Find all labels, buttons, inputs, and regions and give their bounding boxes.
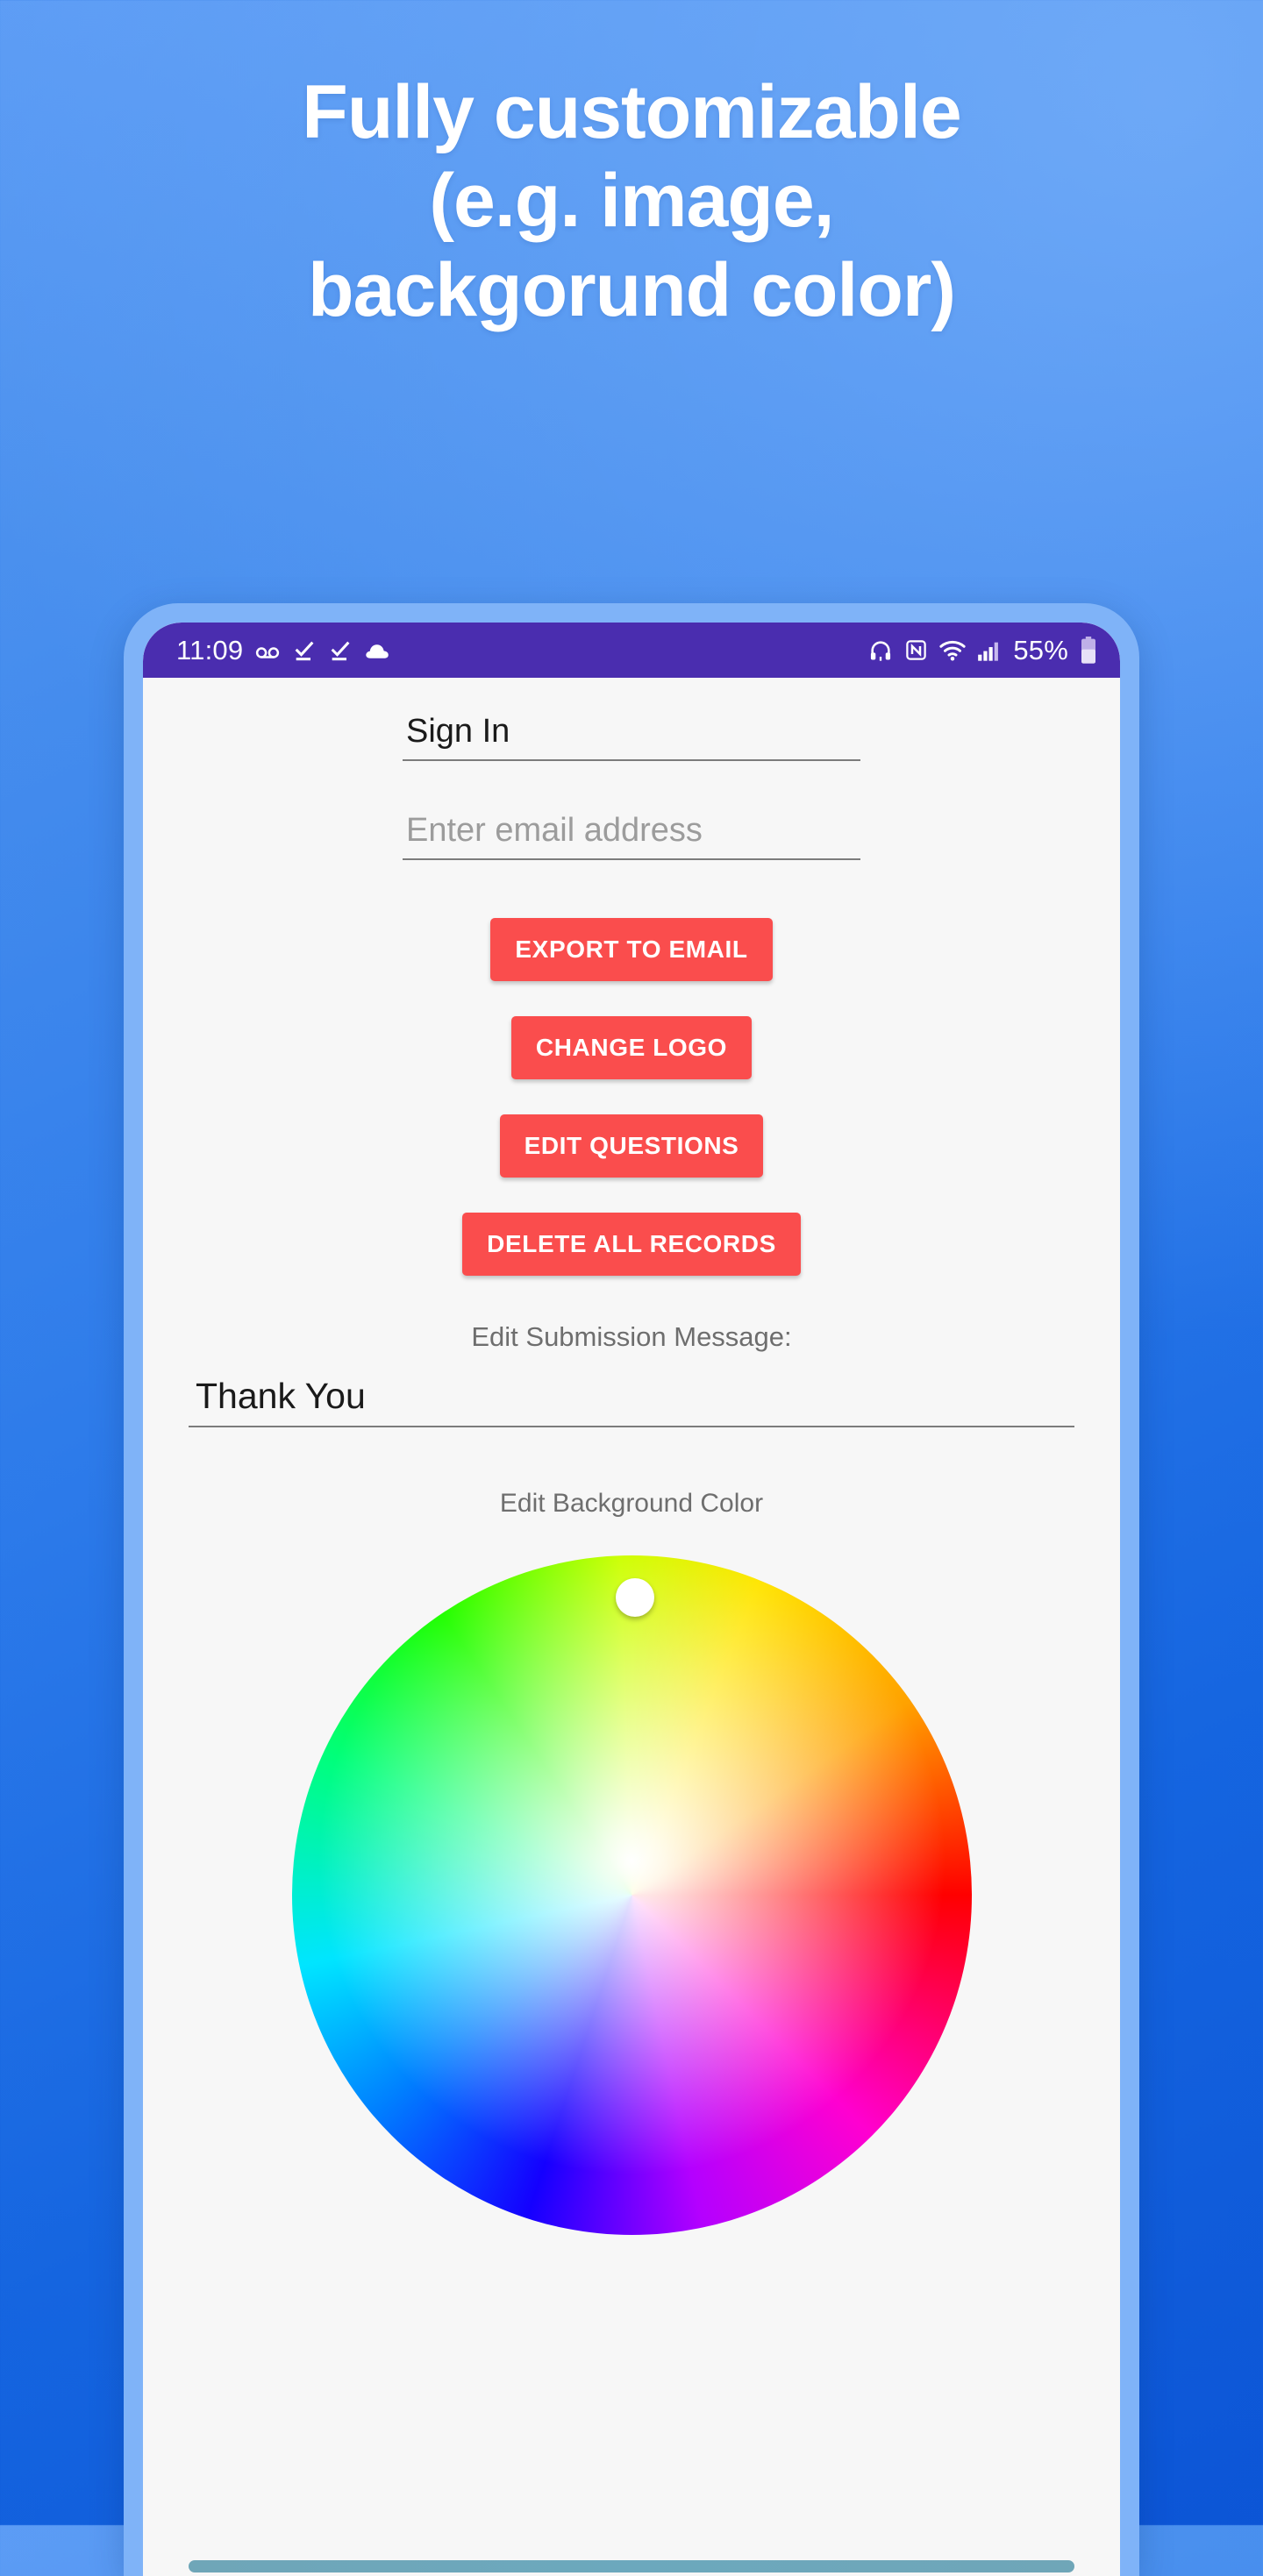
delete-all-records-button[interactable]: DELETE ALL RECORDS	[462, 1213, 801, 1276]
headline-line-1: Fully customizable	[302, 70, 961, 154]
voicemail-icon	[254, 637, 281, 664]
status-bar-clock: 11:09	[176, 634, 244, 665]
status-bar-right: 55%	[868, 635, 1097, 666]
page-title: Fully customizable (e.g. image, backgoru…	[0, 68, 1263, 335]
wifi-icon	[939, 639, 966, 662]
phone-mockup: 11:09 55% Sign In Enter email address EX…	[124, 603, 1139, 2576]
delete-all-records-row: DELETE ALL RECORDS	[143, 1213, 1120, 1276]
headline-line-3: backgorund color)	[308, 247, 956, 332]
download-complete-icon	[292, 638, 317, 663]
color-wheel-selector[interactable]	[615, 1578, 654, 1618]
battery-icon	[1080, 636, 1097, 665]
download-complete-icon	[328, 638, 353, 663]
signin-field[interactable]: Sign In	[403, 706, 860, 761]
color-wheel[interactable]	[291, 1555, 972, 2235]
edit-questions-row: EDIT QUESTIONS	[143, 1114, 1120, 1178]
email-field[interactable]: Enter email address	[403, 805, 860, 860]
export-to-email-button[interactable]: EXPORT TO EMAIL	[490, 918, 773, 981]
battery-percent-label: 55%	[1013, 634, 1068, 665]
submission-message-field[interactable]: Thank You	[189, 1376, 1074, 1427]
change-logo-row: CHANGE LOGO	[143, 1016, 1120, 1079]
color-wheel-container	[143, 1555, 1120, 2235]
edit-questions-button[interactable]: EDIT QUESTIONS	[499, 1114, 764, 1178]
export-to-email-row: EXPORT TO EMAIL	[143, 918, 1120, 981]
status-bar: 11:09 55%	[143, 623, 1120, 678]
nfc-icon	[904, 638, 928, 662]
submission-message-label: Edit Submission Message:	[471, 1321, 792, 1352]
cellular-signal-icon	[977, 639, 1002, 662]
headphones-icon	[868, 638, 893, 663]
signin-field-value: Sign In	[406, 713, 510, 750]
brightness-slider[interactable]	[189, 2560, 1074, 2572]
cloud-icon	[364, 639, 390, 662]
headline-line-2: (e.g. image,	[429, 159, 834, 244]
background-color-label: Edit Background Color	[499, 1489, 764, 1518]
status-bar-left: 11:09	[176, 635, 390, 666]
email-field-placeholder: Enter email address	[406, 812, 703, 849]
app-content: Sign In Enter email address EXPORT TO EM…	[143, 706, 1120, 2576]
phone-screen: 11:09 55% Sign In Enter email address EX…	[143, 623, 1120, 2576]
submission-message-value: Thank You	[196, 1376, 366, 1416]
change-logo-button[interactable]: CHANGE LOGO	[510, 1016, 753, 1079]
